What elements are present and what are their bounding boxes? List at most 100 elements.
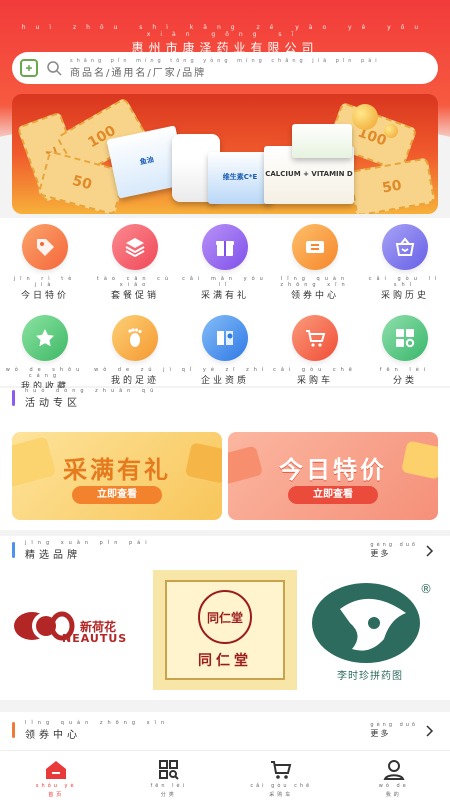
app-logo-icon: ✚ — [20, 59, 38, 77]
brand-seal: 同仁堂 — [198, 590, 252, 644]
view-now-button[interactable]: 立即查看 — [72, 486, 162, 504]
promo-banner[interactable]: 76 100 100 50 50 鱼油 维生素C*E CALCIUM + VIT… — [12, 94, 438, 214]
nav-mine[interactable]: wǒ de 我的 — [338, 751, 450, 800]
quick-menu-full-gift[interactable]: cǎi mǎn yǒu lǐ 采满有礼 — [180, 224, 270, 301]
coupon-section: lǐng quàn zhōng xīn 领券中心 gèng duō 更多 — [0, 712, 450, 750]
quick-menu-text: 采购历史 — [380, 291, 429, 301]
product-box-label: 鱼油 — [139, 155, 155, 167]
basket-icon — [382, 224, 428, 270]
brand-name-en: NEAUTUS — [62, 632, 128, 645]
quick-menu-today-special[interactable]: jīn rì tè jià 今日特价 — [0, 224, 90, 301]
quick-menu-coupon-center[interactable]: lǐng quàn zhōng xīn 领券中心 — [270, 224, 360, 301]
brand-name-cn: 同仁堂 — [198, 653, 252, 669]
quick-menu-my-footprints[interactable]: wǒ de zú jì 我的足迹 — [90, 315, 180, 392]
quick-menu-text: 企业资质 — [200, 376, 249, 386]
promo-card-title: 采满有礼 — [63, 456, 171, 484]
quick-menu-grid: jīn rì tè jià 今日特价 tào cān cù xiāo 套餐促销 cǎ… — [0, 224, 450, 392]
coupon-icon — [292, 224, 338, 270]
section-title-pinyin: huó dòng zhuān qū — [25, 387, 159, 394]
more-text: 更多 — [370, 549, 391, 558]
quick-menu-text: 采满有礼 — [200, 291, 249, 301]
coupons-more-link[interactable]: gèng duō 更多 — [370, 722, 434, 739]
section-title: lǐng quàn zhōng xīn 领券中心 — [25, 720, 169, 741]
quick-menu-text: 我的足迹 — [110, 376, 159, 386]
brand-tongrentang[interactable]: 同仁堂 同仁堂 — [153, 570, 297, 690]
gold-coin — [352, 104, 378, 130]
brands-more-link[interactable]: gèng duō 更多 — [370, 542, 434, 559]
section-accent-bar — [12, 390, 15, 406]
home-icon — [46, 761, 67, 779]
nav-label-pinyin: fēn lèi — [150, 783, 187, 789]
ticket-value: 50 — [381, 177, 403, 197]
certificate-icon — [202, 315, 248, 361]
neautus-logo-icon — [14, 611, 75, 641]
quick-menu-label: qǐ yè zī zhì 企业资质 — [182, 367, 269, 386]
chevron-right-icon — [426, 544, 434, 557]
search-bar[interactable]: ✚ shāng pǐn míng tōng yòng míng chǎng ji… — [12, 52, 438, 84]
nav-label-pinyin: shǒu yè — [35, 783, 77, 789]
promo-card-full-gift[interactable]: 采满有礼 立即查看 — [12, 432, 222, 520]
quick-menu-card: jīn rì tè jià 今日特价 tào cān cù xiāo 套餐促销 cǎ… — [0, 218, 450, 392]
quick-menu-category[interactable]: fēn lèi 分类 — [360, 315, 450, 392]
quick-menu-label: cǎi mǎn yǒu lǐ 采满有礼 — [180, 276, 270, 301]
search-placeholder-pinyin: shāng pǐn míng tōng yòng míng chǎng jiā … — [70, 57, 381, 64]
tongrentang-logo-icon: 同仁堂 同仁堂 — [165, 580, 285, 680]
nav-cart[interactable]: cǎi gòu chē 采购车 — [225, 751, 338, 800]
search-placeholder-text: 商品名/通用名/厂家/品牌 — [70, 67, 207, 79]
quick-menu-label: lǐng quàn zhōng xīn 领券中心 — [270, 276, 360, 301]
section-title-pinyin: lǐng quàn zhōng xīn — [25, 719, 170, 726]
quick-menu-package-promo[interactable]: tào cān cù xiāo 套餐促销 — [90, 224, 180, 301]
coupon-ticket: 50 — [348, 157, 436, 214]
quick-menu-text: 采购车 — [296, 376, 333, 386]
quick-menu-pinyin: tào cān cù xiāo — [96, 276, 174, 288]
quick-menu-text: 分类 — [392, 376, 417, 386]
quick-menu-label: cǎi gòu chē 采购车 — [273, 367, 357, 386]
promo-card-today-special[interactable]: 今日特价 立即查看 — [228, 432, 438, 520]
more-pinyin: gèng duō — [370, 542, 418, 548]
quick-menu-pinyin: wǒ de shōu cáng — [5, 367, 85, 379]
section-title-pinyin: jīng xuǎn pǐn pái — [25, 539, 152, 546]
view-now-button[interactable]: 立即查看 — [288, 486, 378, 504]
promo-card-title: 今日特价 — [279, 456, 387, 484]
nav-label-pinyin: wǒ de — [378, 783, 409, 789]
section-title: huó dòng zhuān qū 活动专区 — [25, 388, 158, 409]
quick-menu-enterprise-qualification[interactable]: qǐ yè zī zhì 企业资质 — [180, 315, 270, 392]
brand-name-cn: 李时珍拼药图 — [337, 670, 403, 682]
category-icon — [158, 760, 179, 780]
category-icon — [382, 315, 428, 361]
quick-menu-text: 今日特价 — [20, 291, 69, 301]
footprint-icon — [112, 315, 158, 361]
quick-menu-pinyin: fēn lèi — [379, 367, 431, 373]
quick-menu-text: 领券中心 — [290, 291, 339, 301]
ticket-value: 50 — [70, 172, 94, 194]
section-accent-bar — [12, 722, 15, 738]
more-text: 更多 — [370, 729, 391, 738]
brand-lishizhen[interactable]: ® 李时珍拼药图 — [302, 570, 438, 690]
quick-menu-text: 套餐促销 — [110, 291, 159, 301]
search-icon — [47, 61, 62, 76]
app-screen: huì zhōu shì kāng zé yào yè yǒu xiàn gōn… — [0, 0, 450, 800]
nav-label: 分类 — [160, 792, 177, 798]
quick-menu-pinyin: jīn rì tè jià — [13, 276, 77, 288]
search-placeholder[interactable]: shāng pǐn míng tōng yòng míng chǎng jiā … — [70, 58, 381, 79]
quick-menu-purchase-cart[interactable]: cǎi gòu chē 采购车 — [270, 315, 360, 392]
tag-icon — [22, 224, 68, 270]
nav-category[interactable]: fēn lèi 分类 — [113, 751, 226, 800]
quick-menu-purchase-history[interactable]: cǎi gòu lì shǐ 采购历史 — [360, 224, 450, 301]
more-pinyin: gèng duō — [370, 722, 418, 728]
section-title-text: 精选品牌 — [25, 549, 81, 561]
section-title-text: 活动专区 — [25, 397, 81, 409]
page-title-pinyin: huì zhōu shì kāng zé yào yè yǒu xiàn gōn… — [21, 24, 429, 38]
quick-menu-pinyin: cǎi gòu chē — [273, 367, 357, 373]
registered-mark: ® — [420, 582, 432, 596]
gold-coin — [384, 124, 398, 138]
nav-label: 首页 — [48, 792, 65, 798]
brand-neautus[interactable]: 新荷花 NEAUTUS — [12, 570, 146, 690]
nav-home[interactable]: shǒu yè 首页 — [0, 751, 113, 800]
quick-menu-pinyin: qǐ yè zī zhì — [181, 367, 269, 373]
cart-icon — [292, 315, 338, 361]
brands-section-header: jīng xuǎn pǐn pái 精选品牌 — [12, 539, 152, 561]
nav-label: 我的 — [385, 792, 402, 798]
quick-menu-my-favorites[interactable]: wǒ de shōu cáng 我的收藏 — [0, 315, 90, 392]
quick-menu-pinyin: cǎi gòu lì shǐ — [368, 276, 442, 288]
